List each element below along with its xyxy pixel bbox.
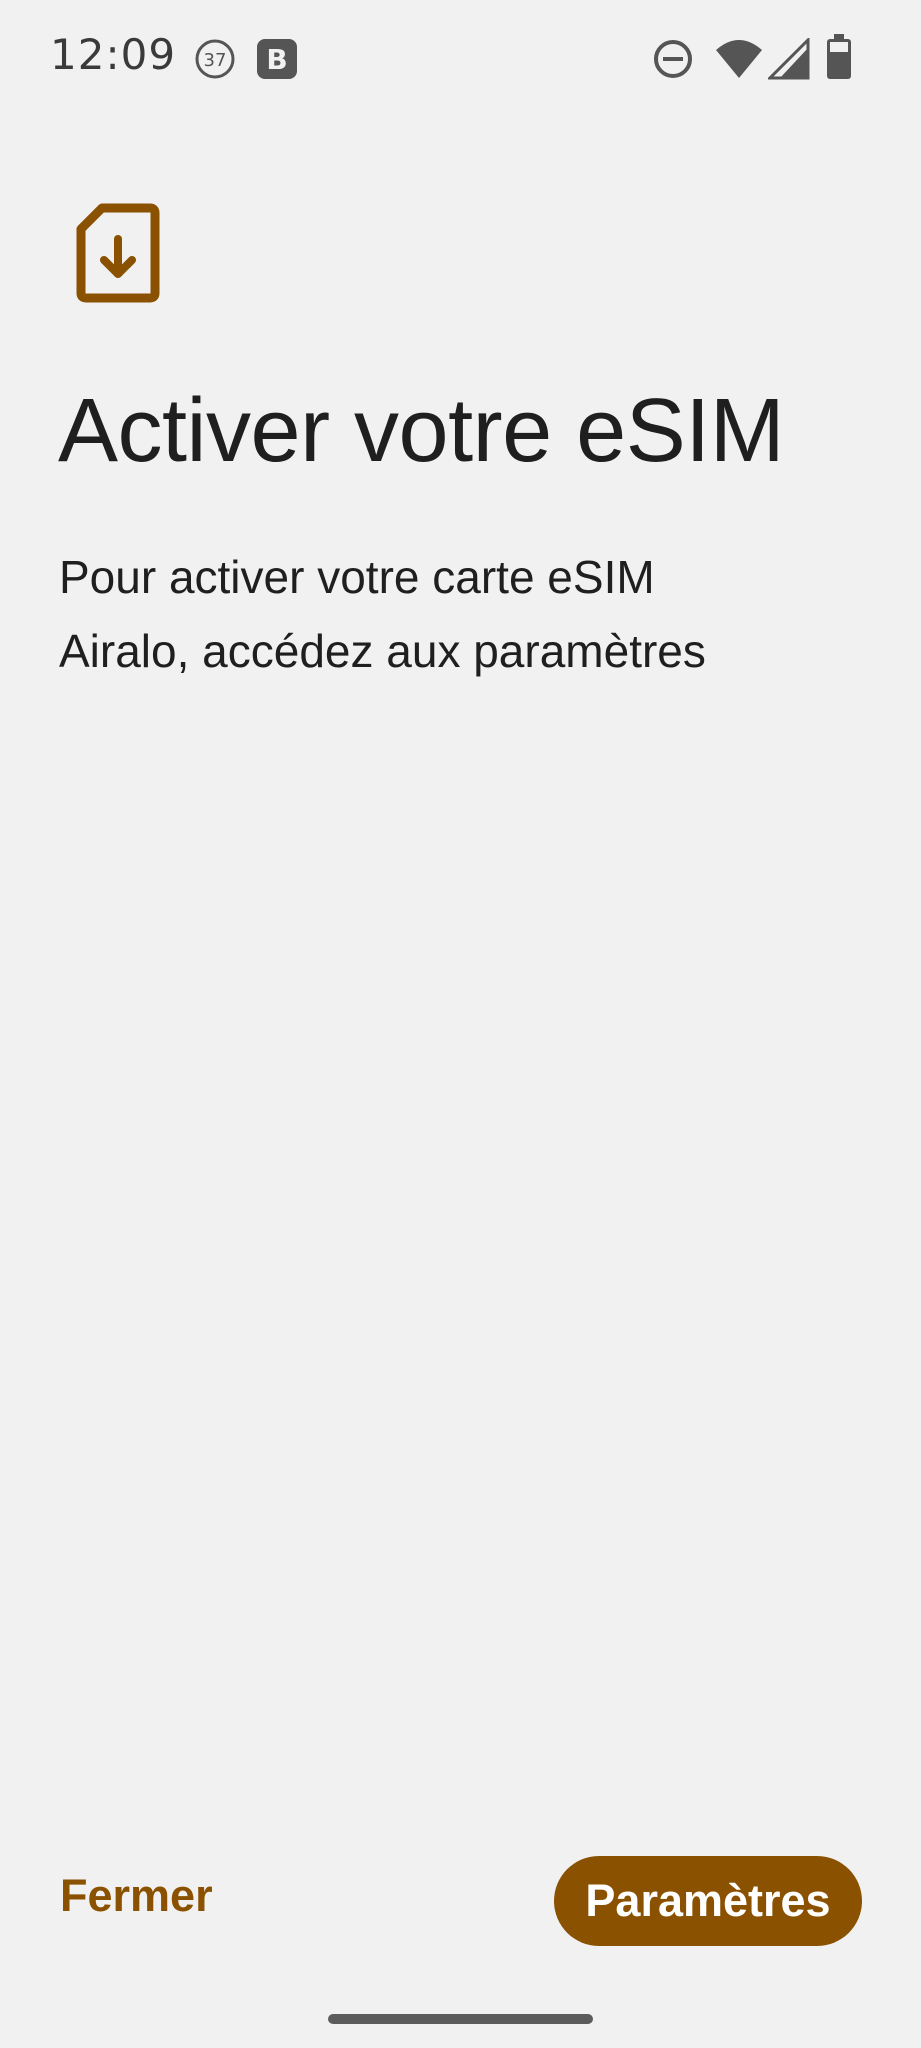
page-title: Activer votre eSIM (58, 381, 785, 481)
battery-icon (827, 34, 851, 79)
description: Pour activer votre carte eSIM Airalo, ac… (59, 540, 839, 688)
app-b-icon: B (257, 39, 297, 79)
status-bar: 12:09 37 B (0, 0, 921, 120)
app-b-text: B (266, 43, 287, 76)
do-not-disturb-icon (654, 40, 692, 78)
settings-button-label: Paramètres (585, 1875, 831, 1926)
home-indicator[interactable] (328, 2014, 593, 2024)
notification-count-text: 37 (204, 50, 227, 71)
close-button[interactable]: Fermer (60, 1870, 213, 1930)
cell-signal-icon (768, 38, 810, 80)
sim-card-download-icon (76, 203, 160, 303)
wifi-icon (716, 40, 762, 78)
settings-button[interactable]: Paramètres (554, 1856, 862, 1946)
description-line-2: Airalo, accédez aux paramètres (59, 625, 706, 677)
notification-count-icon: 37 (195, 39, 235, 79)
status-time: 12:09 (50, 30, 177, 79)
description-line-1: Pour activer votre carte eSIM (59, 551, 655, 603)
